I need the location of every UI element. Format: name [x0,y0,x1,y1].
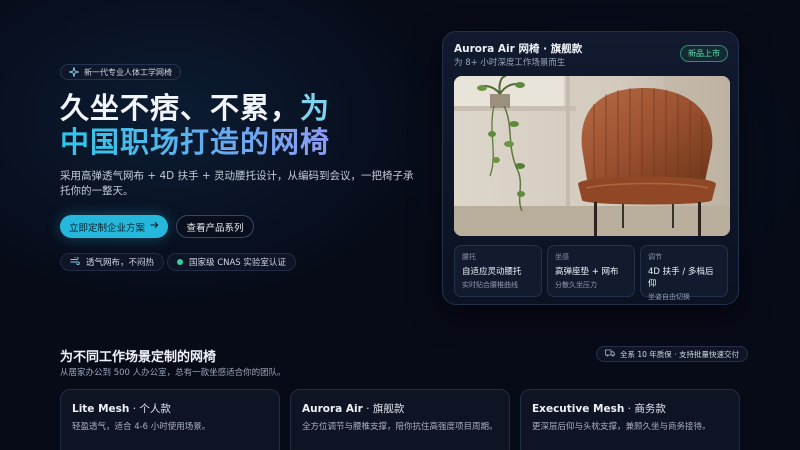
view-products-button[interactable]: 查看产品系列 [176,215,254,238]
hero-eyebrow-label: 新一代专业人体工学网椅 [84,67,172,77]
plan-card-aurora[interactable]: Aurora Air · 旗舰款 全方位调节与腰椎支撑，陪你抗住高强度项目周期。 [290,389,510,450]
plan-description: 更深层后仰与头枕支撑，兼顾久坐与商务接待。 [532,422,711,432]
section-title: 为不同工作场景定制的网椅 [60,350,217,365]
feature-chip-breathable: 透气网布，不闷热 [60,253,165,271]
plan-name: Lite Mesh [72,403,130,415]
feature-chip-label: 透气网布，不闷热 [86,258,155,268]
plan-description: 轻盈透气，适合 4-6 小时使用场景。 [72,422,211,432]
status-dot-icon [177,259,183,265]
hero-description: 采用高弹透气网布 + 4D 扶手 + 灵动腰托设计，从编码到会议，一把椅子承托你… [60,170,414,197]
feature-chip-label: 国家级 CNAS 实验室认证 [189,258,286,268]
plan-tier: · 旗舰款 [362,403,405,415]
plan-tier: · 商务款 [624,403,666,415]
hero-title: 久坐不痞、不累，为 中国职场打造的网椅 [60,91,400,159]
spec-card-lumbar: 腰托 自适应灵动腰托 实时贴合腰椎曲线 [454,245,542,297]
spec-value: 4D 扶手 / 多档后仰 [648,267,714,289]
truck-icon [605,349,615,359]
product-card: Aurora Air 网椅 · 旗舰款 为 8+ 小时深度工作场景而生 新品上市 [442,31,739,305]
plan-card-executive[interactable]: Executive Mesh · 商务款 更深层后仰与头枕支撑，兼顾久坐与商务接… [520,389,740,450]
hero-title-line1-accent: 为 [300,91,331,125]
wind-icon [70,255,80,268]
section-subtitle: 从居家办公到 500 人办公室，总有一款坐感适合你的团队。 [60,368,286,378]
warranty-badge: 全系 10 年质保 · 支持批量快速交付 [596,346,748,362]
new-arrival-badge: 新品上市 [680,45,728,62]
spec-key: 坐感 [555,253,569,261]
spec-key: 腰托 [462,253,476,261]
plan-title: Lite Mesh · 个人款 [72,401,268,416]
plan-card-lite[interactable]: Lite Mesh · 个人款 轻盈透气，适合 4-6 小时使用场景。 [60,389,280,450]
sparkle-icon [69,67,79,77]
enterprise-plan-button-label: 立即定制企业方案 [68,222,145,234]
product-card-subtitle: 为 8+ 小时深度工作场景而生 [454,58,566,68]
plan-description: 全方位调节与腰椎支撑，陪你抗住高强度项目周期。 [302,422,498,432]
leather-armchair-photo [454,76,730,236]
enterprise-plan-button[interactable]: 立即定制企业方案 [60,215,168,238]
feature-chip-certification: 国家级 CNAS 实验室认证 [167,253,296,271]
spec-value: 自适应灵动腰托 [462,267,522,277]
spec-note: 坐姿自由切换 [648,293,690,301]
plan-tier: · 个人款 [129,403,171,415]
plan-title: Executive Mesh · 商务款 [532,401,728,416]
product-card-title: Aurora Air 网椅 · 旗舰款 [454,43,583,55]
spec-note: 实时贴合腰椎曲线 [462,281,518,289]
warranty-badge-label: 全系 10 年质保 · 支持批量快速交付 [620,349,739,359]
spec-note: 分散久坐压力 [555,281,597,289]
spec-key: 调节 [648,253,662,261]
plan-name: Aurora Air [302,403,363,415]
plan-name: Executive Mesh [532,403,625,415]
hero-title-line1: 久坐不痞、不累， [60,91,301,125]
plan-title: Aurora Air · 旗舰款 [302,401,498,416]
hero-title-line2: 中国职场打造的网椅 [60,125,400,159]
spec-card-seat: 坐感 高弹座垫 + 网布 分散久坐压力 [547,245,635,297]
hero-eyebrow-badge: 新一代专业人体工学网椅 [60,64,181,80]
spec-value: 高弹座垫 + 网布 [555,267,619,277]
arrow-right-icon [150,221,159,232]
view-products-button-label: 查看产品系列 [186,222,244,234]
spec-card-adjust: 调节 4D 扶手 / 多档后仰 坐姿自由切换 [640,245,728,301]
